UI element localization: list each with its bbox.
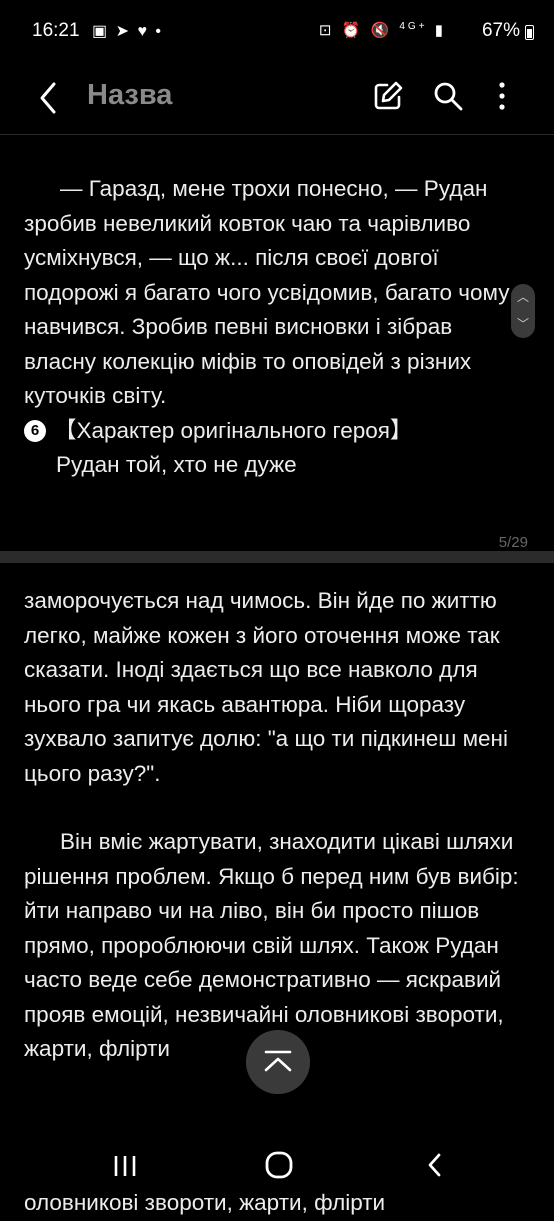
gallery-icon: ▣ [92, 23, 110, 40]
network-label: 4G+ [399, 21, 428, 32]
back-arrow-icon[interactable] [34, 78, 64, 118]
system-icons: ⊡ ⏰ 🔇 4G+ ▮ [319, 21, 446, 39]
search-icon[interactable] [432, 80, 464, 112]
app-bar: Назва [0, 66, 554, 134]
heading-number-icon: 6 [24, 419, 46, 442]
status-time: 16:21 [32, 20, 80, 41]
scroll-controller[interactable]: ︿ ﹀ [511, 284, 535, 338]
dot-icon: • [155, 23, 163, 40]
underlying-text-line: оловникові звороти, жарти, флірти [24, 1190, 386, 1215]
battery-percent: 67% [481, 20, 520, 41]
page1-paragraph: — Гаразд, мене трохи понесно, — Рудан зр… [24, 176, 510, 408]
heart-icon: ♥ [137, 23, 149, 40]
page2-paragraph-1: заморочується над чимось. Він йде по жит… [24, 588, 508, 786]
alarm-icon: ⏰ [341, 22, 364, 39]
notification-icons: ▣ ➤ ♥ • [92, 21, 163, 41]
reading-page-1: — Гаразд, мене трохи понесно, — Рудан зр… [24, 172, 524, 532]
status-bar: 16:21 ▣ ➤ ♥ • ⊡ ⏰ 🔇 4G+ ▮ 67% [0, 0, 554, 66]
nav-back-icon[interactable] [420, 1150, 450, 1180]
heading-text: 【Характер оригінального героя】 [54, 417, 413, 443]
more-options-icon[interactable] [490, 80, 514, 112]
signal-icon: ▮ [434, 22, 446, 39]
battery-icon [525, 25, 534, 40]
mute-icon: 🔇 [370, 22, 393, 39]
recent-apps-icon[interactable] [110, 1152, 140, 1180]
home-icon[interactable] [264, 1150, 294, 1180]
scroll-down-icon[interactable]: ﹀ [511, 311, 535, 338]
telegram-icon: ➤ [115, 23, 131, 40]
page-indicator: 5/29 [498, 534, 528, 551]
page1-continuation: Рудан той, хто не дуже [56, 452, 297, 477]
scroll-up-icon[interactable]: ︿ [511, 284, 535, 311]
character-heading: 6 【Характер оригінального героя】 [24, 414, 524, 449]
page-separator [0, 551, 554, 563]
lock-icon: ⊡ [318, 22, 335, 39]
page-title: Назва [87, 79, 173, 111]
edit-icon[interactable] [372, 80, 404, 112]
scroll-to-top-button[interactable] [246, 1030, 310, 1094]
header-divider [0, 134, 554, 135]
